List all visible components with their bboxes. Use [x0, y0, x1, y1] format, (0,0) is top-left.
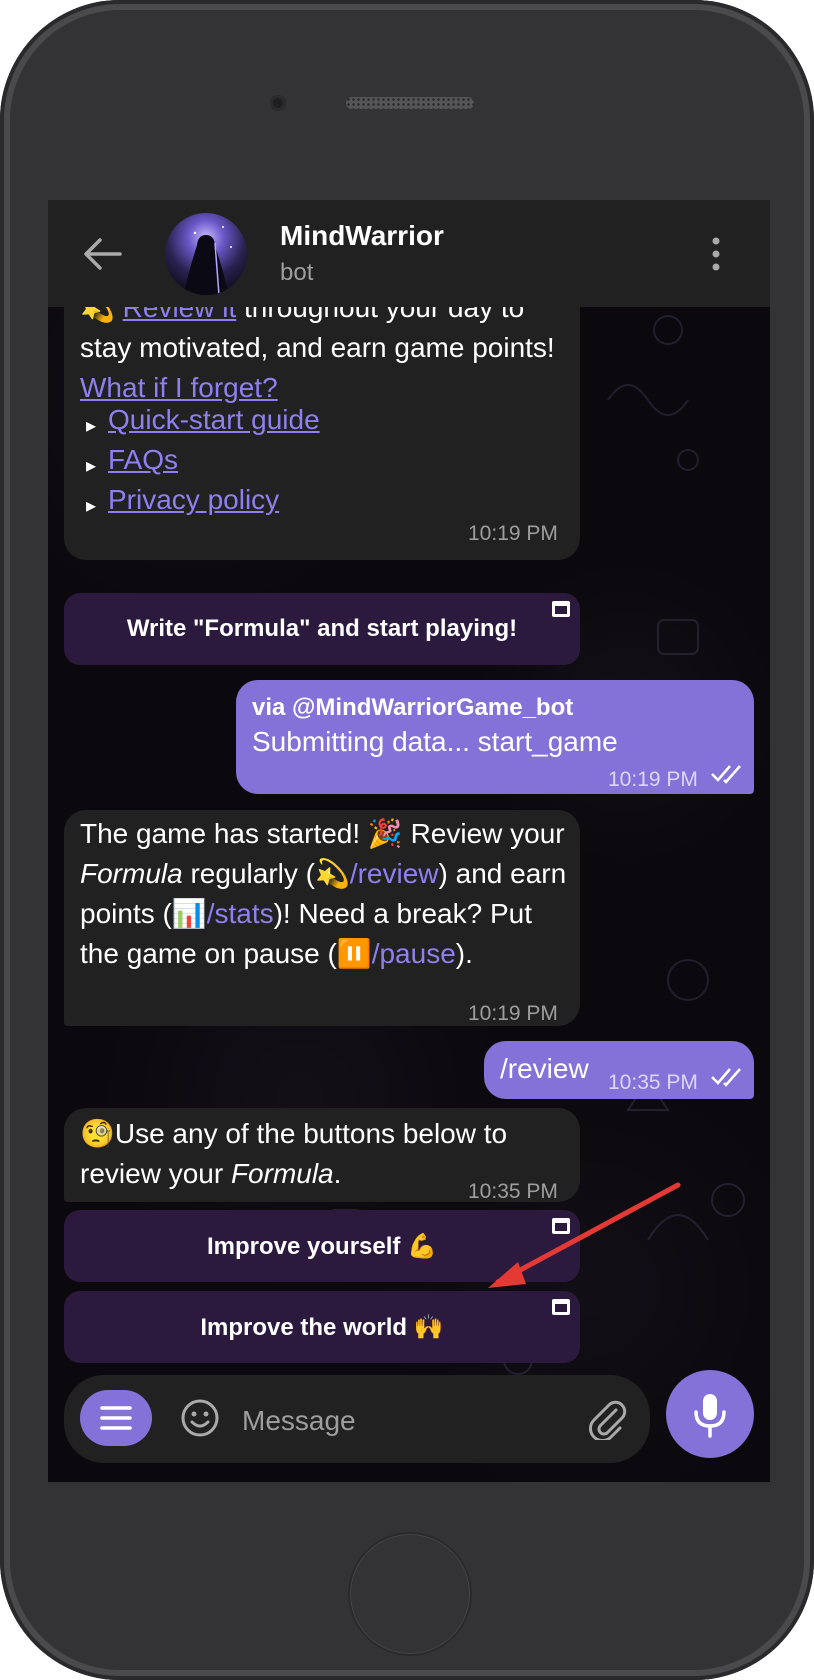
via-bot-label: via @MindWarriorGame_bot [252, 694, 574, 721]
formula-italic: Formula [80, 858, 183, 889]
bullet-icon: ▸ [86, 415, 97, 437]
message-text: The game has started! 🎉 Review your Form… [80, 814, 570, 974]
chat-subtitle: bot [280, 259, 314, 286]
earpiece-speaker [346, 97, 474, 109]
message-bubble-outgoing: via @MindWarriorGame_bot Submitting data… [236, 680, 754, 794]
message-text: Submitting data... start_game [252, 726, 618, 757]
phone-frame: MindWarrior bot 💫 Review it throughout y… [0, 0, 814, 1680]
emoji-icon[interactable] [180, 1398, 220, 1438]
bullet-icon: ▸ [86, 455, 97, 477]
home-button[interactable] [348, 1532, 472, 1656]
warrior-silhouette-icon [183, 226, 232, 295]
message-time: 10:19 PM [468, 1002, 558, 1025]
front-camera [270, 95, 286, 111]
inline-button-improve-the-world[interactable]: Improve the world 🙌 [64, 1291, 580, 1363]
faqs-link[interactable]: FAQs [108, 440, 178, 480]
message-text-part: . [333, 1158, 342, 1189]
web-app-icon [552, 1299, 570, 1315]
chat-header: MindWarrior bot [48, 200, 770, 307]
bot-avatar[interactable] [165, 213, 247, 295]
quick-start-guide-link[interactable]: Quick-start guide [108, 400, 320, 440]
message-time: 10:35 PM [608, 1071, 698, 1094]
menu-icon [100, 1406, 132, 1430]
pause-command-link[interactable]: /pause [372, 938, 456, 969]
bot-menu-button[interactable] [80, 1390, 152, 1446]
back-arrow-icon[interactable] [82, 236, 122, 272]
screen: MindWarrior bot 💫 Review it throughout y… [48, 200, 770, 1482]
privacy-policy-link[interactable]: Privacy policy [108, 480, 279, 520]
chat-title: MindWarrior [280, 220, 444, 251]
inline-button-label: Improve yourself 💪 [207, 1232, 437, 1260]
review-command-link[interactable]: /review [350, 858, 439, 889]
bullet-icon: ▸ [86, 495, 97, 517]
message-text: /review [500, 1053, 589, 1084]
message-time: 10:19 PM [468, 522, 558, 545]
more-options-icon[interactable] [708, 236, 724, 272]
double-check-icon [711, 1068, 741, 1087]
what-if-i-forget-link[interactable]: What if I forget? [80, 372, 278, 403]
double-check-icon [711, 765, 741, 784]
message-bubble-incoming: The game has started! 🎉 Review your Form… [64, 810, 580, 1026]
message-input[interactable] [240, 1398, 564, 1444]
web-app-icon [552, 601, 570, 617]
microphone-icon [694, 1394, 726, 1438]
inline-button-label: Improve the world 🙌 [200, 1313, 444, 1341]
inline-button-improve-yourself[interactable]: Improve yourself 💪 [64, 1210, 580, 1282]
inline-button-label: Write "Formula" and start playing! [126, 615, 518, 642]
message-time: 10:35 PM [468, 1180, 558, 1203]
message-bubble-outgoing: /review 10:35 PM [484, 1041, 754, 1099]
message-time: 10:19 PM [608, 768, 698, 791]
voice-record-button[interactable] [666, 1370, 754, 1458]
inline-button-write-formula[interactable]: Write "Formula" and start playing! [64, 593, 580, 665]
message-text-part: The game has started! 🎉 Review your [80, 818, 565, 849]
paperclip-icon[interactable] [586, 1398, 628, 1440]
web-app-icon [552, 1218, 570, 1234]
stats-command-link[interactable]: /stats [207, 898, 274, 929]
formula-italic: Formula [230, 1158, 334, 1189]
message-bubble-incoming: 🧐Use any of the buttons below to review … [64, 1108, 580, 1203]
message-text-part: regularly (💫 [182, 858, 350, 889]
message-text-part: ). [455, 938, 473, 969]
